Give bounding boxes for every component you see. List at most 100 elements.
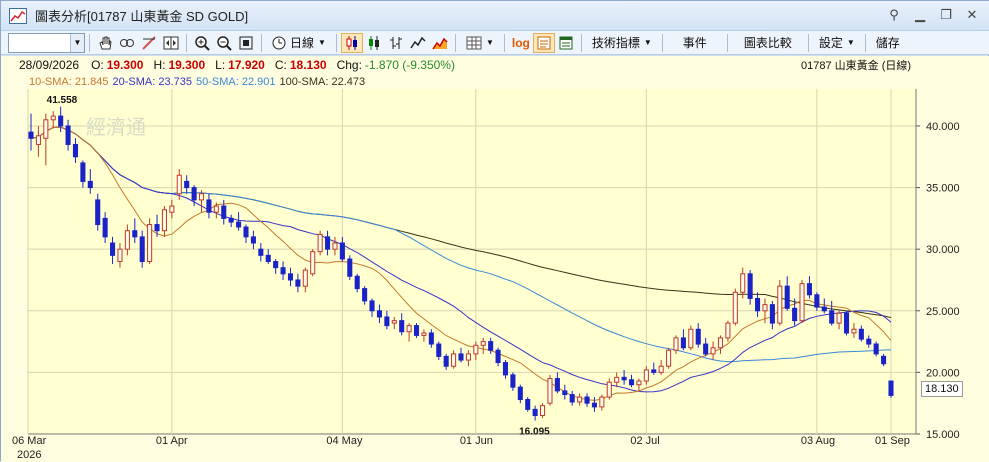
candle-body: [651, 369, 657, 373]
candle: [777, 279, 783, 326]
chg-value: -1.870 (-9.350%): [364, 58, 455, 72]
candle: [806, 276, 812, 299]
candle: [814, 292, 820, 311]
indicators-label: 技術指標: [591, 36, 640, 50]
candle-body: [295, 279, 301, 287]
candle-body: [806, 283, 812, 296]
candle: [332, 236, 338, 256]
candle: [769, 300, 775, 330]
candle: [406, 323, 412, 342]
log-scale-button[interactable]: log: [509, 33, 533, 53]
candle-body: [347, 258, 353, 277]
candle-body: [391, 320, 397, 324]
candle-body: [814, 294, 820, 308]
candle: [680, 329, 686, 351]
crosshair-icon[interactable]: [116, 33, 138, 53]
candle: [384, 310, 390, 330]
x-tick-label: 01 Sep: [875, 435, 910, 447]
candle: [614, 372, 620, 388]
events-button[interactable]: 事件: [667, 33, 723, 53]
candle: [325, 230, 331, 256]
candle: [881, 353, 887, 367]
price-chart[interactable]: 經濟通 15.000 20.000 25.000 30.000 35.000 40.000…: [1, 89, 989, 462]
candle: [295, 273, 301, 293]
period-select[interactable]: 日線 ▼: [266, 33, 332, 53]
percent-scale-icon[interactable]: [532, 32, 555, 53]
candle-body: [191, 187, 197, 201]
candle-body: [280, 267, 286, 275]
candle: [866, 335, 872, 348]
compare-button[interactable]: 圖表比較: [732, 33, 804, 53]
candle-body: [65, 125, 71, 145]
candle: [428, 329, 434, 348]
candle-body: [747, 273, 753, 299]
candle: [110, 236, 116, 264]
zoom-out-icon[interactable]: [213, 33, 235, 53]
candle-body: [725, 322, 731, 339]
grid-icon: [466, 36, 482, 49]
candle: [717, 335, 724, 354]
candle: [495, 347, 501, 367]
settings-menu[interactable]: 設定 ▼: [813, 33, 861, 53]
symbol-combo[interactable]: ▼: [8, 32, 85, 53]
draw-line-icon[interactable]: [138, 33, 160, 53]
candle: [725, 320, 731, 342]
candle: [102, 212, 108, 244]
area-chart-icon[interactable]: [429, 33, 451, 53]
candle: [540, 403, 546, 418]
candle: [577, 393, 583, 406]
pan-hand-icon[interactable]: [94, 33, 116, 53]
sma20-label: 20-SMA: 23.735: [112, 75, 193, 88]
candle: [821, 298, 827, 314]
split-view-icon[interactable]: [160, 33, 182, 53]
chart-window: 圖表分析[01787 山東黃金 SD GOLD] ⚲ ▁ ❐ ✕ ▼ 日線 ▼: [0, 0, 989, 462]
candle-body: [577, 396, 583, 403]
save-button[interactable]: 儲存: [870, 33, 906, 53]
low-annotation: 16.095: [519, 427, 550, 438]
chevron-down-icon[interactable]: ▼: [70, 33, 84, 52]
title-bar: 圖表分析[01787 山東黃金 SD GOLD] ⚲ ▁ ❐ ✕: [1, 1, 989, 31]
candle: [525, 397, 531, 412]
candle-body: [547, 378, 553, 404]
grid-select[interactable]: ▼: [460, 33, 500, 53]
ohlc-bar-icon[interactable]: [385, 33, 407, 53]
candle: [673, 335, 679, 354]
candle: [161, 206, 167, 237]
indicators-menu[interactable]: 技術指標 ▼: [586, 33, 658, 53]
close-icon[interactable]: ✕: [966, 7, 978, 23]
candle-body: [755, 297, 761, 312]
zoom-fit-icon[interactable]: [235, 33, 257, 53]
candle-body: [680, 337, 686, 349]
candle-body: [132, 230, 138, 238]
minimize-icon[interactable]: ▁: [914, 7, 926, 23]
open-label: O:: [91, 58, 104, 72]
candlestick-icon[interactable]: [340, 32, 363, 53]
candle: [287, 267, 294, 287]
candle: [851, 323, 857, 338]
candle-body: [525, 399, 531, 410]
sma50-label: 50-SMA: 22.901: [196, 75, 276, 88]
candle: [473, 341, 479, 361]
data-window-icon[interactable]: [555, 33, 577, 53]
candle-body: [80, 162, 86, 182]
candle-body: [72, 143, 79, 158]
candle-body: [354, 275, 360, 290]
candle: [362, 286, 368, 305]
zoom-in-icon[interactable]: [191, 33, 213, 53]
candle-body: [376, 310, 382, 318]
attach-icon[interactable]: ⚲: [888, 7, 900, 23]
sma10-label: 10-SMA: 21.845: [29, 75, 109, 88]
info-date: 28/09/2026: [19, 58, 80, 72]
candle-body: [532, 408, 538, 417]
candle: [554, 372, 560, 394]
candle-body: [658, 365, 664, 373]
candle: [399, 313, 405, 336]
candle-body: [236, 221, 242, 228]
candle-body: [569, 394, 575, 403]
candle: [836, 310, 842, 330]
candle: [502, 360, 509, 379]
restore-icon[interactable]: ❐: [940, 7, 952, 23]
candle: [376, 304, 382, 324]
line-chart-icon[interactable]: [407, 33, 429, 53]
candlestick-filled-icon[interactable]: [363, 33, 385, 53]
